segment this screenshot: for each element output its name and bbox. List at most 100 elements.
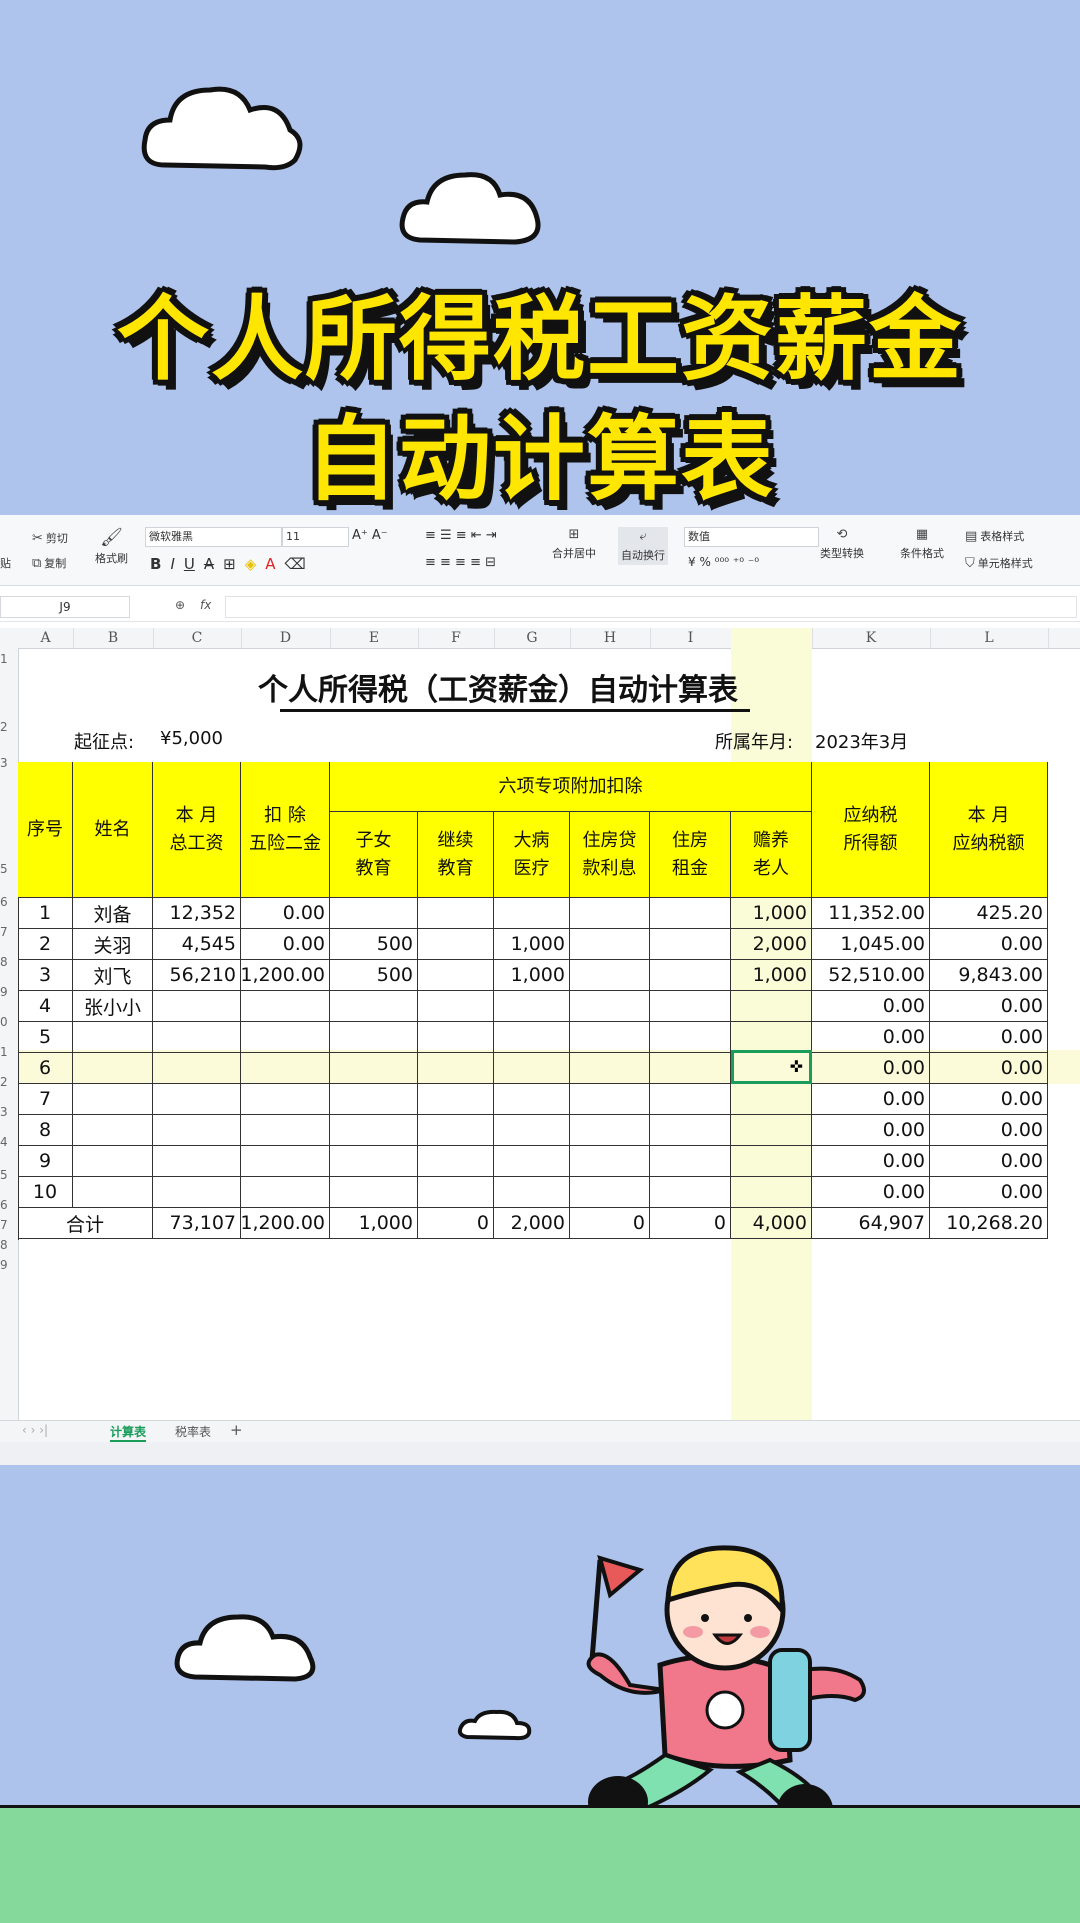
table-cell-child[interactable] [330,898,418,929]
column-header-C[interactable]: C [153,628,242,648]
table-cell-tax[interactable]: 0.00 [930,1177,1048,1208]
format-painter-button[interactable]: 🖌 格式刷 [95,527,128,566]
table-cell-deduct[interactable]: 0.00 [241,898,330,929]
table-cell-elder[interactable] [731,1177,812,1208]
table-cell-cont[interactable] [418,1177,494,1208]
table-cell-gross[interactable]: 56,210 [153,960,241,991]
table-cell-name[interactable] [73,1177,153,1208]
eraser-icon[interactable]: ⌫ [285,555,306,573]
table-cell-seq[interactable]: 1 [18,898,73,929]
table-cell-child[interactable] [330,1053,418,1084]
table-cell-tax[interactable]: 0.00 [930,929,1048,960]
type-convert-button[interactable]: ⟲ 类型转换 [820,527,864,561]
table-cell-seq[interactable]: 3 [18,960,73,991]
table-cell-child[interactable] [330,1022,418,1053]
align-bottom-group[interactable]: ≡ ≡ ≡ ≡ ⊟ [425,555,496,570]
table-cell-elder[interactable] [731,991,812,1022]
total-cell-deduct[interactable]: 1,200.00 [241,1208,330,1239]
font-grow-button[interactable]: A⁺ A⁻ [352,528,388,543]
auto-wrap-button[interactable]: ⤶ 自动换行 [618,527,668,565]
table-cell-taxable[interactable]: 0.00 [812,1146,930,1177]
table-cell-loan[interactable] [570,1084,650,1115]
table-cell-gross[interactable] [153,991,241,1022]
total-cell-med[interactable]: 2,000 [494,1208,570,1239]
table-cell-elder[interactable] [731,1115,812,1146]
table-cell-seq[interactable]: 7 [18,1084,73,1115]
tab-calc[interactable]: 计算表 [110,1423,147,1442]
table-cell-med[interactable] [494,1146,570,1177]
table-cell-taxable[interactable]: 0.00 [812,1115,930,1146]
table-cell-tax[interactable]: 0.00 [930,1022,1048,1053]
table-cell-taxable[interactable]: 0.00 [812,1022,930,1053]
table-cell-med[interactable] [494,1022,570,1053]
table-cell-elder[interactable] [731,1022,812,1053]
total-cell-cont[interactable]: 0 [418,1208,494,1239]
total-cell-gross[interactable]: 73,107 [153,1208,241,1239]
table-cell-rent[interactable] [650,960,731,991]
table-cell-med[interactable] [494,1084,570,1115]
column-header-B[interactable]: B [73,628,154,648]
total-cell-rent[interactable]: 0 [650,1208,731,1239]
tab-tax-rate[interactable]: 税率表 [175,1423,211,1440]
table-cell-name[interactable] [73,1115,153,1146]
table-cell-gross[interactable] [153,1022,241,1053]
table-cell-deduct[interactable] [241,991,330,1022]
table-cell-deduct[interactable] [241,1146,330,1177]
table-cell-seq[interactable]: 10 [18,1177,73,1208]
table-cell-name[interactable]: 张小小 [73,991,153,1022]
table-cell-tax[interactable]: 0.00 [930,1053,1048,1084]
paste-button[interactable]: 贴 [0,555,11,571]
table-cell-child[interactable] [330,1177,418,1208]
copy-button[interactable]: ⧉ 复制 [32,555,66,571]
table-cell-med[interactable] [494,1053,570,1084]
table-cell-cont[interactable] [418,1115,494,1146]
table-cell-loan[interactable] [570,1053,650,1084]
table-cell-tax[interactable]: 0.00 [930,1115,1048,1146]
number-format-select[interactable]: 数值 [684,527,819,547]
bold-button[interactable]: B [150,555,161,573]
align-top-group[interactable]: ≡ ☰ ≡ ⇤ ⇥ [425,528,497,543]
table-cell-cont[interactable] [418,1022,494,1053]
table-cell-child[interactable] [330,1084,418,1115]
table-cell-name[interactable]: 刘备 [73,898,153,929]
strike-button[interactable]: A [204,555,214,573]
table-cell-deduct[interactable] [241,1053,330,1084]
table-cell-elder[interactable]: 2,000 [731,929,812,960]
table-style-button[interactable]: ▤ 表格样式 [965,528,1024,544]
column-header-H[interactable]: H [570,628,651,648]
table-cell-loan[interactable] [570,929,650,960]
table-cell-taxable[interactable]: 11,352.00 [812,898,930,929]
table-cell-loan[interactable] [570,1146,650,1177]
table-cell-tax[interactable]: 425.20 [930,898,1048,929]
table-cell-cont[interactable] [418,929,494,960]
table-cell-gross[interactable]: 12,352 [153,898,241,929]
table-cell-taxable[interactable]: 0.00 [812,1177,930,1208]
table-cell-cont[interactable] [418,1084,494,1115]
table-cell-child[interactable] [330,1115,418,1146]
table-cell-rent[interactable] [650,1053,731,1084]
table-cell-tax[interactable]: 0.00 [930,1146,1048,1177]
table-cell-med[interactable]: 1,000 [494,960,570,991]
table-cell-cont[interactable] [418,898,494,929]
table-cell-seq[interactable]: 2 [18,929,73,960]
cut-button[interactable]: ✂ 剪切 [32,530,68,546]
italic-button[interactable]: I [170,555,174,573]
table-cell-med[interactable] [494,1177,570,1208]
table-cell-taxable[interactable]: 52,510.00 [812,960,930,991]
total-cell-child[interactable]: 1,000 [330,1208,418,1239]
table-cell-gross[interactable] [153,1053,241,1084]
table-cell-taxable[interactable]: 0.00 [812,1053,930,1084]
table-cell-elder[interactable]: 1,000 [731,898,812,929]
table-cell-seq[interactable]: 9 [18,1146,73,1177]
table-cell-seq[interactable]: 4 [18,991,73,1022]
table-cell-tax[interactable]: 9,843.00 [930,960,1048,991]
table-cell-name[interactable]: 关羽 [73,929,153,960]
table-cell-rent[interactable] [650,898,731,929]
add-sheet-button[interactable]: + [230,1421,243,1439]
table-cell-rent[interactable] [650,1084,731,1115]
table-cell-name[interactable] [73,1022,153,1053]
total-cell-tax[interactable]: 10,268.20 [930,1208,1048,1239]
table-cell-gross[interactable] [153,1084,241,1115]
column-header-G[interactable]: G [494,628,571,648]
table-cell-loan[interactable] [570,1115,650,1146]
